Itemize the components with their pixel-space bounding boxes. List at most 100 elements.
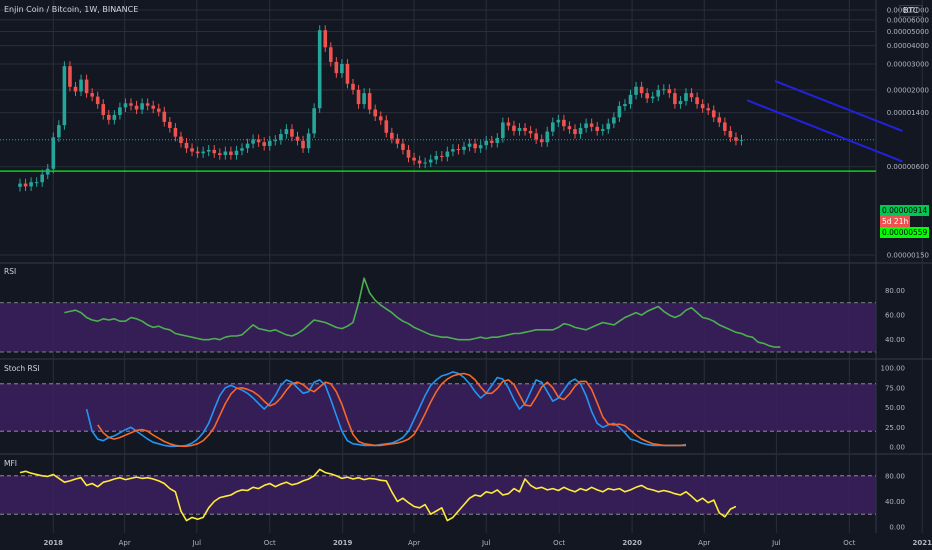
rsi-band xyxy=(0,302,876,352)
candle-body xyxy=(551,122,555,132)
price-tick-label: 0.00001400 xyxy=(887,109,929,117)
candle-body xyxy=(539,139,544,143)
candle-body xyxy=(123,103,128,108)
candle-body xyxy=(206,149,211,152)
candle-body xyxy=(711,110,716,118)
stoch-rsi-title: Stoch RSI xyxy=(4,364,40,373)
candle-body xyxy=(290,129,294,137)
mfi-tick-label: 0.00 xyxy=(889,524,905,532)
candle-body xyxy=(734,137,738,141)
candle-body xyxy=(168,121,172,128)
candle-body xyxy=(262,142,266,146)
candle-body xyxy=(390,132,394,139)
chart-title: Enjin Coin / Bitcoin, 1W, BINANCE xyxy=(4,5,139,14)
candle-body xyxy=(501,122,505,138)
candle-body xyxy=(156,108,161,112)
candle-body xyxy=(62,66,67,126)
candle-body xyxy=(112,114,117,120)
background xyxy=(0,0,932,550)
candle-body xyxy=(240,148,244,151)
candle xyxy=(312,103,316,139)
candle-body xyxy=(700,104,705,109)
candle-body xyxy=(356,89,361,105)
stoch-rsi-tick-label: 0.00 xyxy=(889,444,905,452)
candle-body xyxy=(295,136,300,141)
price-tick-label: 0.00005000 xyxy=(887,28,929,36)
candle-body xyxy=(506,122,511,126)
rsi-title: RSI xyxy=(4,267,17,276)
candle-body xyxy=(79,79,83,92)
candle-body xyxy=(739,139,744,141)
candle-body xyxy=(534,133,538,140)
stoch-rsi-tick-label: 100.00 xyxy=(881,365,906,373)
candle-body xyxy=(528,130,533,134)
candle-body xyxy=(523,127,527,131)
candle-body xyxy=(395,138,400,144)
candle-body xyxy=(90,93,94,97)
candle-body xyxy=(451,149,455,152)
candle-body xyxy=(634,86,638,95)
candle-body xyxy=(312,108,316,134)
candle xyxy=(317,25,322,113)
price-tick-label: 0.00003000 xyxy=(887,61,929,69)
time-tick-label: 2019 xyxy=(333,539,353,547)
mfi-band xyxy=(0,475,876,515)
candle-body xyxy=(595,126,599,131)
candle-body xyxy=(251,139,255,144)
candle-body xyxy=(118,107,122,115)
countdown-tag: 5d 21h xyxy=(880,216,911,227)
candle-body xyxy=(340,64,344,74)
chart-canvas[interactable]: 2018 Apr Jul Oct 2019 Apr Jul Oct 2020 Apr Jul Oct 2… xyxy=(0,0,932,550)
candle-body xyxy=(650,96,655,99)
candle-body xyxy=(556,119,561,123)
candle-body xyxy=(678,100,683,105)
candle-body xyxy=(478,145,483,149)
candle-body xyxy=(45,168,50,175)
candle-body xyxy=(617,106,622,118)
time-tick-label: 2021 xyxy=(913,539,932,547)
candle-body xyxy=(656,89,661,97)
candle-body xyxy=(129,103,133,106)
candle-body xyxy=(567,126,572,130)
candle-body xyxy=(467,143,472,147)
price-tick-label: 0.00002000 xyxy=(887,86,929,94)
price-tick-label: 0.00006000 xyxy=(887,16,929,24)
candle-body xyxy=(107,114,111,120)
candle-body xyxy=(428,159,433,163)
candle-body xyxy=(40,174,44,183)
candle-body xyxy=(378,116,383,121)
candle xyxy=(62,61,67,130)
stoch-rsi-tick-label: 75.00 xyxy=(885,384,905,392)
candle-body xyxy=(284,129,289,135)
candle-body xyxy=(301,140,305,149)
currency-label: BTC xyxy=(899,5,923,17)
last-price-tag: 0.00000914 xyxy=(880,205,930,216)
candle-body xyxy=(484,140,488,146)
candle-body xyxy=(212,149,217,154)
candle-body xyxy=(440,155,444,157)
candle-body xyxy=(645,93,649,99)
time-tick-label: Oct xyxy=(264,539,276,547)
candle-body xyxy=(578,127,583,135)
candle-body xyxy=(145,103,150,106)
candle-body xyxy=(684,93,688,101)
candle-body xyxy=(545,131,550,143)
candle-body xyxy=(68,66,72,87)
candle-body xyxy=(445,151,450,157)
time-tick-label: 2018 xyxy=(44,539,64,547)
time-tick-label: Oct xyxy=(843,539,855,547)
candle-body xyxy=(512,125,516,131)
candle-body xyxy=(434,155,439,160)
time-tick-label: Apr xyxy=(119,539,131,547)
candle-body xyxy=(245,143,250,149)
candle-body xyxy=(689,93,694,98)
mfi-title: MFI xyxy=(4,459,17,468)
candle-body xyxy=(140,103,144,110)
candle-body xyxy=(84,79,89,94)
candle-body xyxy=(606,123,611,130)
candle-body xyxy=(223,151,228,155)
candle-body xyxy=(589,123,594,127)
candle-body xyxy=(406,149,411,158)
candle-body xyxy=(279,134,283,141)
candle-body xyxy=(329,47,333,62)
